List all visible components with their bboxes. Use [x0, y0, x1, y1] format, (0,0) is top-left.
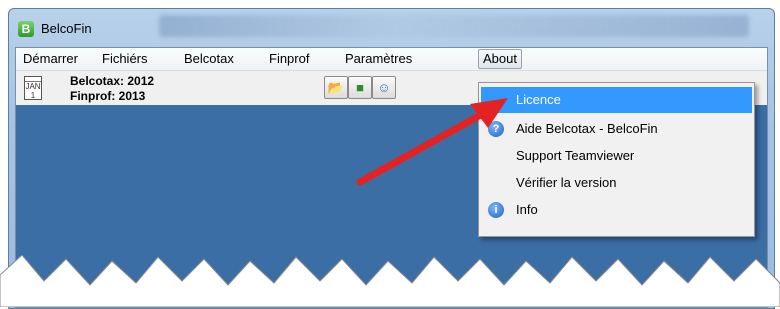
- red-arrow-annotation: [356, 98, 508, 186]
